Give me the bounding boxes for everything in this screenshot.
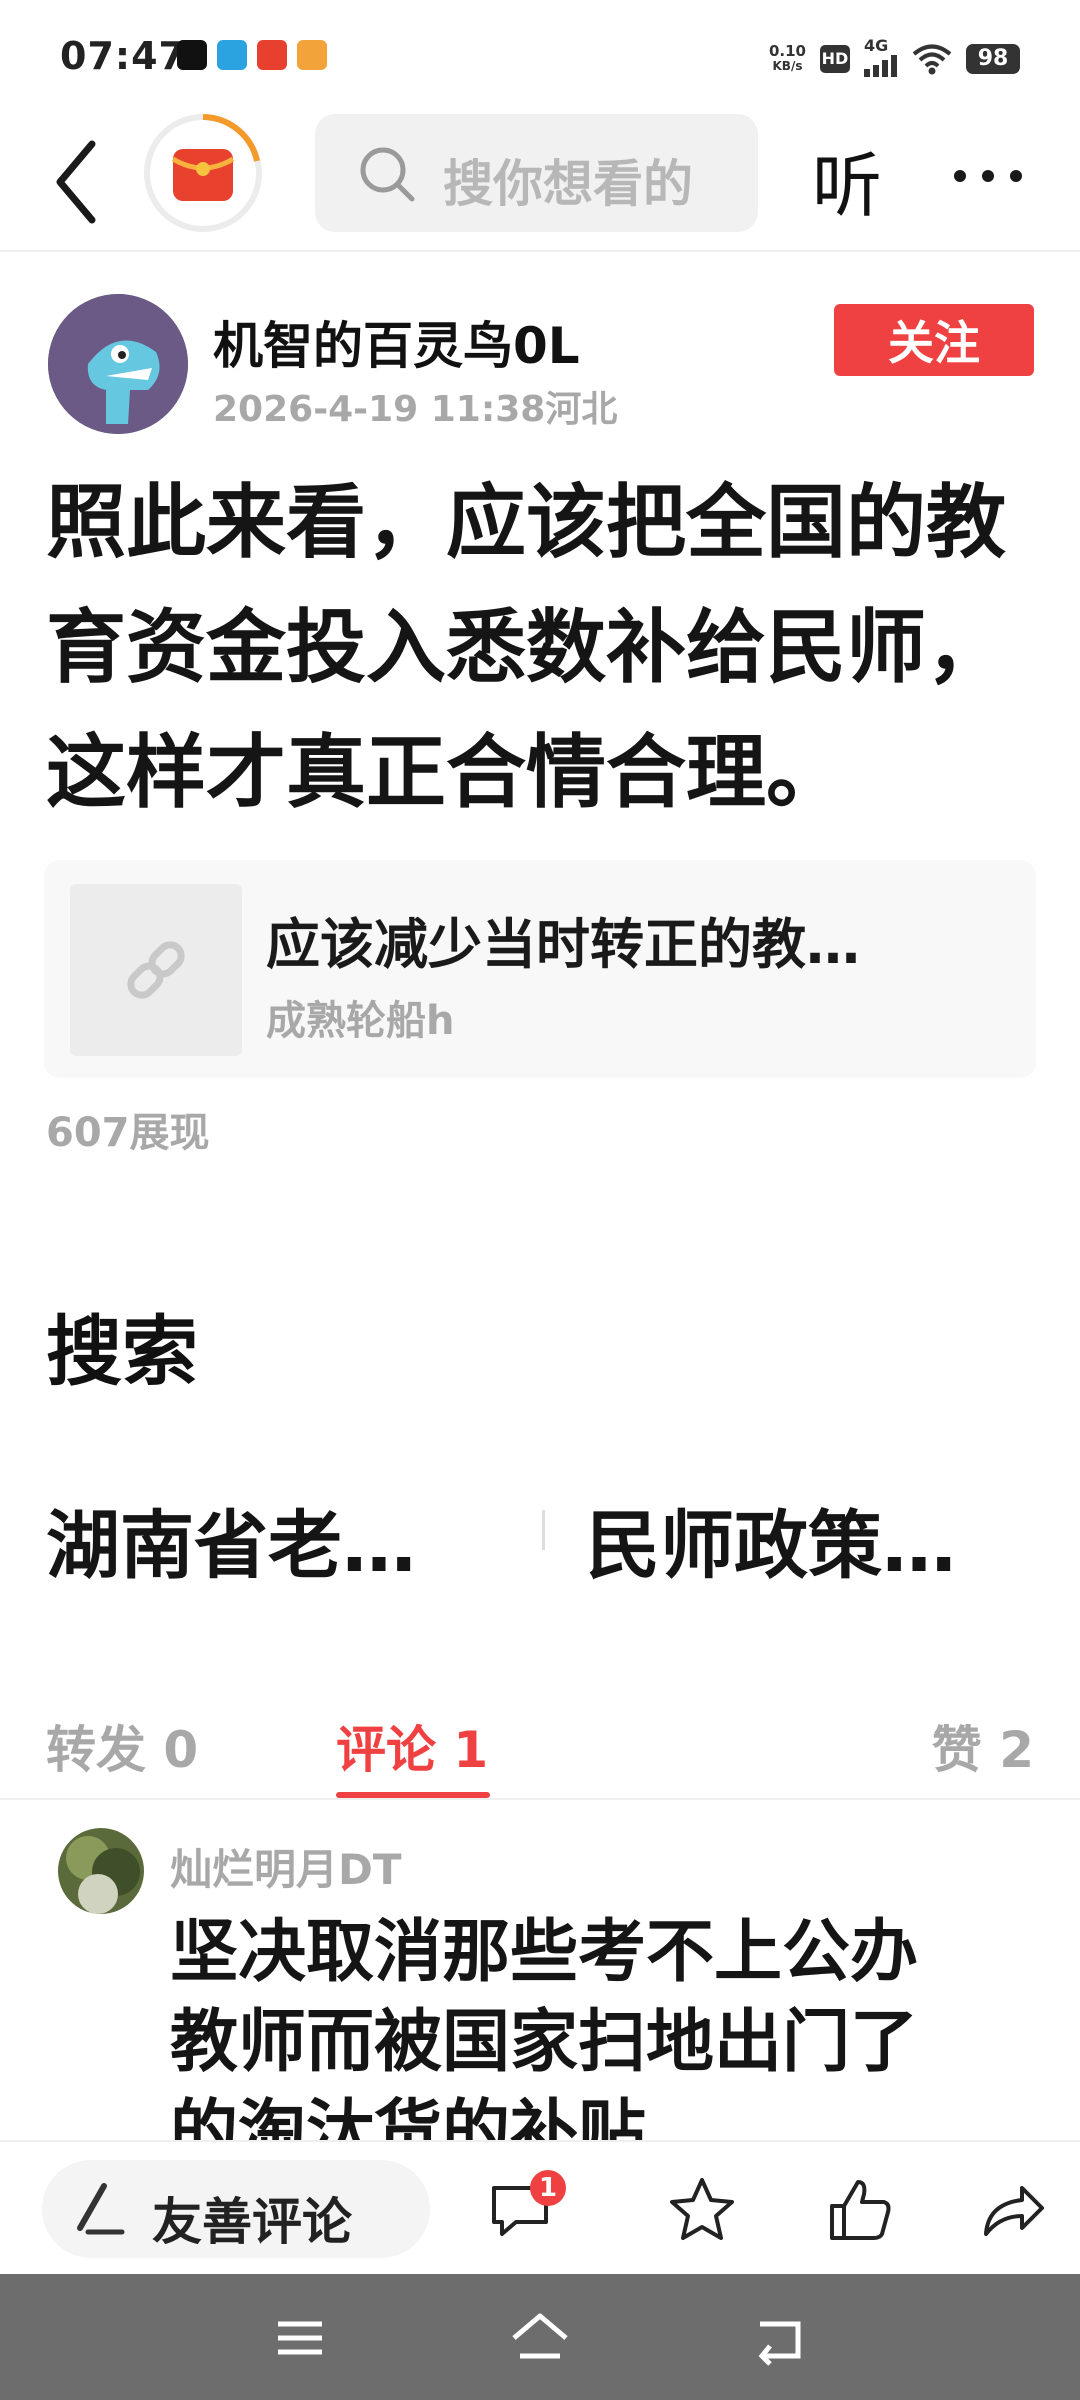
- post-body: 照此来看，应该把全国的教育资金投入悉数补给民师，这样才真正合情合理。: [46, 476, 1006, 819]
- suggestion-divider: [542, 1510, 545, 1550]
- commenter-name[interactable]: 灿烂明月DT: [170, 1836, 402, 1897]
- pen-icon: [77, 2183, 125, 2235]
- telegram-icon: [217, 40, 247, 70]
- quoted-title: 应该减少当时转正的教…: [266, 913, 860, 976]
- douyin-icon: [177, 40, 207, 70]
- system-back-icon[interactable]: [748, 2306, 812, 2370]
- author-avatar[interactable]: [48, 294, 188, 434]
- tab-likes[interactable]: 赞 2: [932, 1710, 1034, 1782]
- more-options-icon[interactable]: [952, 168, 1024, 184]
- search-placeholder: 搜你想看的: [443, 155, 693, 213]
- back-button[interactable]: [48, 134, 108, 230]
- status-bar: 07:47 0.10 KB/s HD 4G 98: [0, 0, 1080, 110]
- bottom-action-bar: 友善评论 1: [0, 2140, 1080, 2274]
- quoted-post-card[interactable]: 应该减少当时转正的教… 成熟轮船h: [44, 860, 1036, 1078]
- thumbs-up-icon[interactable]: [820, 2170, 900, 2250]
- follow-button[interactable]: 关注: [834, 304, 1034, 376]
- red-packet-icon[interactable]: [143, 113, 263, 233]
- commenter-avatar[interactable]: [58, 1828, 144, 1914]
- quoted-author: 成熟轮船h: [266, 998, 455, 1044]
- status-time: 07:47: [60, 34, 186, 78]
- battery-icon: 98: [966, 43, 1020, 74]
- link-thumbnail: [70, 884, 242, 1056]
- video-app-icon: [297, 40, 327, 70]
- tab-forward[interactable]: 转发 0: [46, 1710, 198, 1782]
- toutiao-icon: [257, 40, 287, 70]
- share-icon[interactable]: [972, 2170, 1052, 2250]
- listen-button[interactable]: 听: [812, 130, 882, 231]
- home-icon[interactable]: [508, 2306, 572, 2370]
- net-speed: 0.10 KB/s: [768, 41, 806, 73]
- menu-icon[interactable]: [268, 2306, 332, 2370]
- comment-body: 坚决取消那些考不上公办教师而被国家扫地出门了的淘汰货的补贴: [170, 1913, 919, 2140]
- post-timestamp-location: 2026-4-19 11:38河北: [213, 389, 618, 430]
- hd-icon: HD: [820, 44, 850, 73]
- comment-input-label: 友善评论: [152, 2193, 352, 2251]
- link-icon: [127, 941, 185, 999]
- status-app-icons: [177, 40, 327, 70]
- tab-comments[interactable]: 评论 1: [336, 1710, 488, 1782]
- comment-count-badge: 1: [530, 2170, 566, 2206]
- signal-icon: 4G: [864, 36, 898, 81]
- author-name[interactable]: 机智的百灵鸟0L: [213, 306, 580, 378]
- search-section-title: 搜索: [46, 1307, 198, 1396]
- search-suggestion[interactable]: 湖南省老…: [46, 1486, 416, 1593]
- search-input[interactable]: 搜你想看的: [315, 114, 758, 232]
- star-icon[interactable]: [662, 2170, 742, 2250]
- top-nav: 搜你想看的 听: [0, 110, 1080, 252]
- tabs-divider: [0, 1798, 1080, 1800]
- view-count: 607展现: [46, 1110, 210, 1156]
- status-indicators: 0.10 KB/s HD 4G 98: [769, 36, 1020, 81]
- wifi-icon: [912, 44, 952, 74]
- system-nav-bar: [0, 2274, 1080, 2400]
- search-suggestion[interactable]: 民师政策…: [586, 1486, 956, 1593]
- comment-input[interactable]: 友善评论: [42, 2160, 430, 2258]
- search-icon: [360, 147, 415, 202]
